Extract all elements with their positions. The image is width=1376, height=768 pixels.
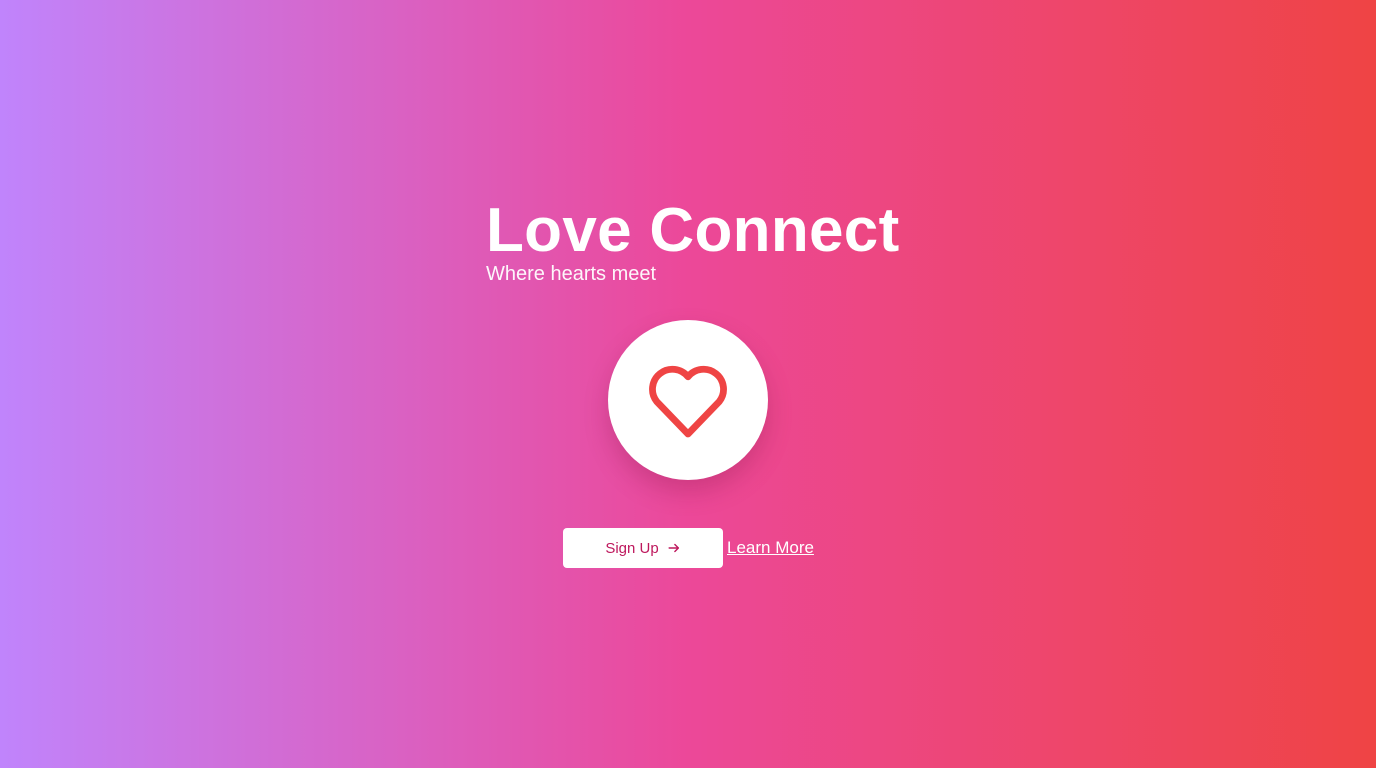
hero: Love Connect Where hearts meet xyxy=(486,196,906,285)
arrow-right-icon xyxy=(667,541,681,555)
sign-up-label: Sign Up xyxy=(605,539,659,557)
page-subtitle: Where hearts meet xyxy=(486,263,657,285)
heart-badge xyxy=(608,320,768,480)
cta-actions: Sign Up Learn More xyxy=(563,528,814,568)
sign-up-button[interactable]: Sign Up xyxy=(563,528,723,568)
learn-more-link[interactable]: Learn More xyxy=(727,538,814,558)
heart-icon xyxy=(649,365,727,438)
page-title: Love Connect xyxy=(486,196,900,265)
